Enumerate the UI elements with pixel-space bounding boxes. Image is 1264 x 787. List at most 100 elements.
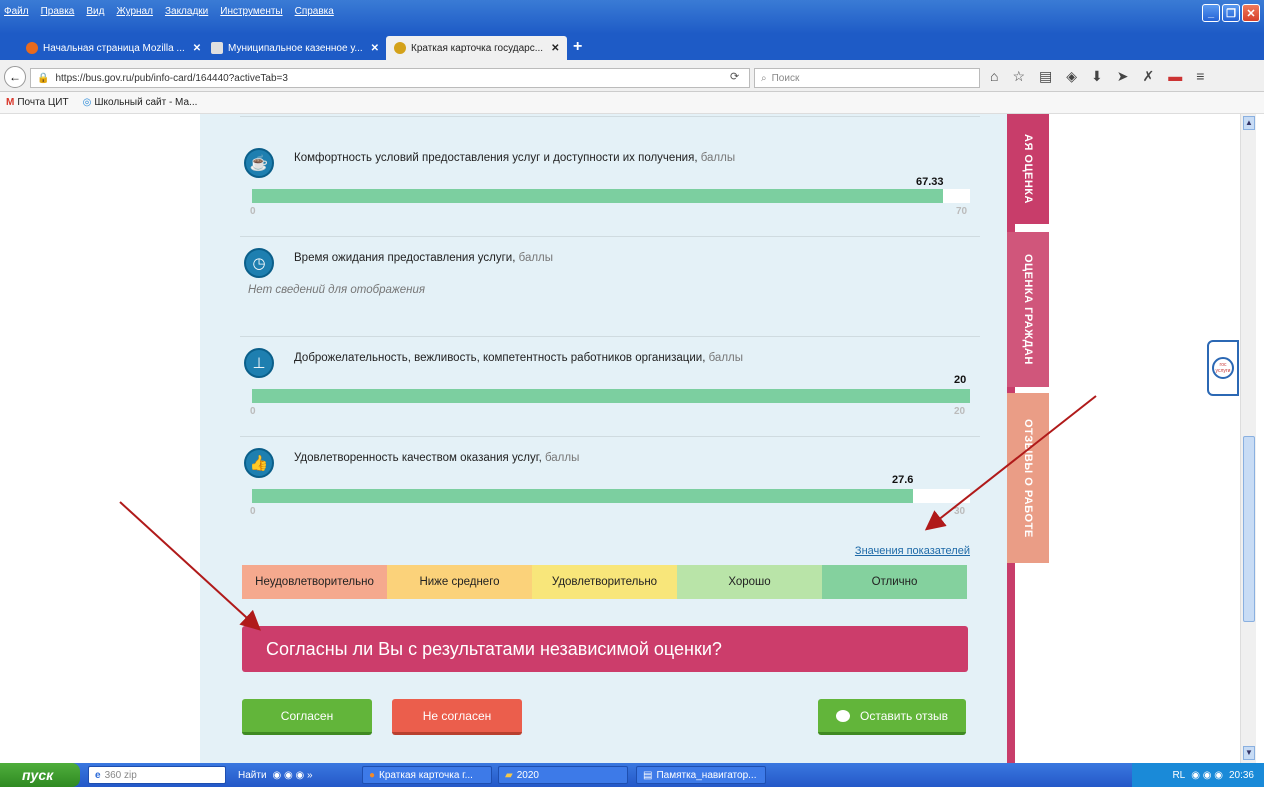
tab-close-icon[interactable]: ✕ [371,43,379,54]
back-button[interactable]: ← [4,66,26,88]
unit-label: баллы [708,352,744,364]
divider [240,336,980,337]
metric-title: Удовлетворенность качеством оказания усл… [294,452,539,464]
minimize-button[interactable]: _ [1202,4,1220,22]
scroll-down-icon[interactable]: ▼ [1243,746,1255,760]
metric-min: 0 [250,506,256,517]
reload-icon[interactable]: ⟳ [730,70,739,83]
menu-tools[interactable]: Инструменты [220,6,282,20]
scroll-thumb[interactable] [1243,436,1255,622]
window-controls: _ ❐ ✕ [1202,4,1260,22]
thumbs-up-icon: 👍 [244,448,274,478]
language-indicator[interactable]: RL [1172,770,1185,781]
send-icon[interactable]: ➤ [1117,68,1129,85]
menu-history[interactable]: Журнал [116,6,153,20]
bookmark-mail[interactable]: M Почта ЦИТ [6,97,69,108]
tab-info-card[interactable]: Краткая карточка государс... ✕ [386,36,568,60]
reading-list-icon[interactable]: ▤ [1039,68,1052,85]
url-text: https://bus.gov.ru/pub/info-card/164440?… [55,72,288,84]
clock: 20:36 [1228,769,1254,781]
metric-title: Время ожидания предоставления услуги [294,252,513,264]
metrics-panel: ☕ Комфортность условий предоставления ус… [240,114,980,763]
menu-bookmarks[interactable]: Закладки [165,6,208,20]
menu-bar: Файл Правка Вид Журнал Закладки Инструме… [4,6,346,20]
system-tray: RL ◉ ◉ ◉ 20:36 [1132,763,1264,787]
menu-view[interactable]: Вид [86,6,104,20]
download-icon[interactable]: ⬇ [1091,68,1103,85]
agree-button[interactable]: Согласен [242,699,372,735]
side-tab-label: ОЦЕНКА ГРАЖДАН [1022,254,1034,365]
scale-below-average: Ниже среднего [387,565,532,599]
screen: Файл Правка Вид Журнал Закладки Инструме… [0,0,1264,787]
taskbar: пуск e 360 zip Найти ◉ ◉ ◉ » ● Краткая кар… [0,763,1264,787]
divider [240,116,980,117]
leave-review-button[interactable]: Оставить отзыв [818,699,966,735]
flag-icon[interactable]: ▬ [1168,68,1182,85]
window-titlebar: Файл Правка Вид Журнал Закладки Инструме… [0,0,1264,34]
metric-label: Комфортность условий предоставления услу… [294,152,736,164]
quicklaunch-icons: ◉ ◉ ◉ » [272,769,313,781]
no-data-message: Нет сведений для отображения [248,284,426,296]
new-tab-button[interactable]: + [573,38,582,56]
side-tab-label: АЯ ОЦЕНКА [1022,134,1034,204]
gosuslugi-button[interactable]: гос услуги [1207,340,1239,396]
unit-label: баллы [518,252,554,264]
scale-good: Хорошо [677,565,822,599]
metric-value: 20 [954,374,967,386]
task-label: Найти [238,769,267,781]
page-scrollbar[interactable]: ▲ ▼ [1240,114,1256,763]
unit-label: баллы [700,152,736,164]
menu-file[interactable]: Файл [4,6,29,20]
extension-icon[interactable]: ✗ [1143,68,1155,85]
close-window-button[interactable]: ✕ [1242,4,1260,22]
metric-bar-fill [252,389,970,403]
taskbar-firefox[interactable]: ● Краткая карточка г... [362,766,492,784]
task-label: 2020 [516,769,539,781]
bookmarks-bar: M Почта ЦИТ ◎ Школьный сайт - Ма... [0,92,1264,114]
menu-edit[interactable]: Правка [41,6,75,20]
tab-municipal[interactable]: Муниципальное казенное у... ✕ [203,36,387,60]
taskbar-zip[interactable]: e 360 zip [88,766,226,784]
rating-scale: Неудовлетворительно Ниже среднего Удовле… [242,565,967,599]
tab-independent-rating[interactable]: АЯ ОЦЕНКА [1007,114,1049,224]
metric-label: Удовлетворенность качеством оказания усл… [294,452,580,464]
restore-button[interactable]: ❐ [1222,4,1240,22]
metric-bar [252,389,970,403]
page-viewport: ☕ Комфортность условий предоставления ус… [0,114,1240,763]
task-label: 360 zip [104,769,137,781]
site-favicon [211,42,223,54]
search-input[interactable]: ⌕ Поиск [754,68,980,88]
star-icon[interactable]: ☆ [1012,68,1025,85]
task-label: Краткая карточка г... [379,769,473,781]
taskbar-find[interactable]: Найти ◉ ◉ ◉ » [232,766,319,784]
indicator-values-link[interactable]: Значения показателей [855,545,970,557]
home-icon[interactable]: ⌂ [990,68,998,85]
cup-icon: ☕ [244,148,274,178]
tab-work-reviews[interactable]: ОТЗЫВЫ О РАБОТЕ [1007,393,1049,563]
gmail-icon: M [6,97,15,108]
pocket-icon[interactable]: ◈ [1066,68,1077,85]
tie-icon: ⊥ [244,348,274,378]
tab-close-icon[interactable]: ✕ [551,43,559,54]
tab-label: Муниципальное казенное у... [228,42,363,54]
menu-help[interactable]: Справка [295,6,334,20]
bookmark-school[interactable]: ◎ Школьный сайт - Ма... [83,97,198,108]
metric-label: Время ожидания предоставления услуги, ба… [294,252,554,264]
tab-citizen-rating[interactable]: ОЦЕНКА ГРАЖДАН [1007,232,1049,387]
menu-icon[interactable]: ≡ [1196,68,1204,85]
taskbar-folder[interactable]: ▰ 2020 [498,766,628,784]
start-button[interactable]: пуск [0,763,80,787]
scroll-up-icon[interactable]: ▲ [1243,116,1255,130]
folder-icon: ▰ [505,769,513,781]
agreement-question: Согласны ли Вы с результатами независимо… [242,626,968,672]
tab-close-icon[interactable]: ✕ [193,43,201,54]
tab-label: Начальная страница Mozilla ... [43,42,185,54]
taskbar-document[interactable]: ▤ Памятка_навигатор... [636,766,766,784]
bookmark-label: Школьный сайт - Ма... [94,97,198,108]
disagree-button[interactable]: Не согласен [392,699,522,735]
metric-title: Комфортность условий предоставления услу… [294,152,695,164]
address-bar[interactable]: 🔒 https://bus.gov.ru/pub/info-card/16444… [30,68,750,88]
metric-comfort: ☕ Комфортность условий предоставления ус… [240,144,980,234]
metric-satisfaction: 👍 Удовлетворенность качеством оказания у… [240,444,980,534]
tab-mozilla-start[interactable]: Начальная страница Mozilla ... ✕ [18,36,209,60]
